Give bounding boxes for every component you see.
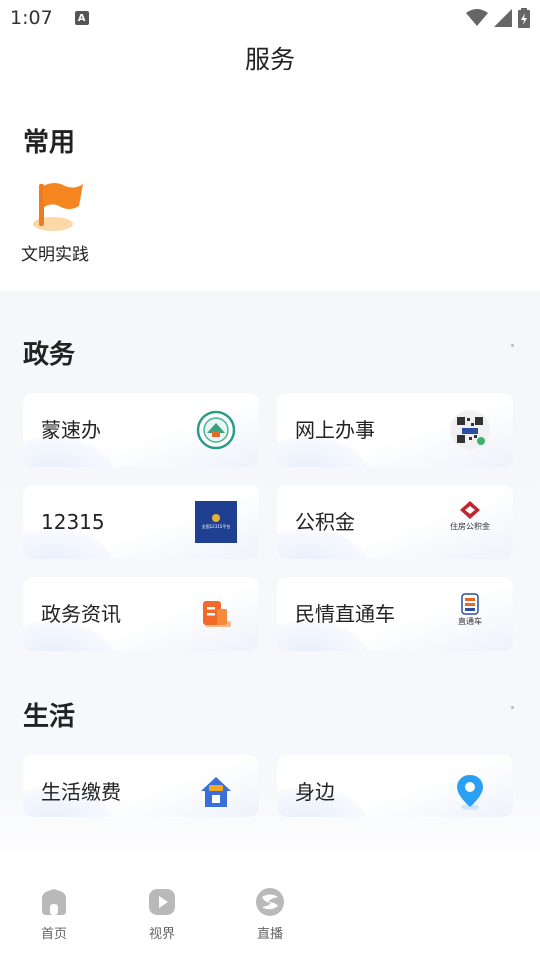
nav-label-home: 首页 bbox=[40, 927, 67, 942]
card-label: 网上办事 bbox=[295, 418, 375, 442]
card-government-news[interactable]: 政务资讯 bbox=[23, 577, 259, 651]
location-pin-icon bbox=[449, 771, 491, 813]
card-public-opinion-train[interactable]: 民情直通车 直通车 bbox=[277, 577, 513, 651]
nav-label-vision: 视界 bbox=[148, 927, 175, 942]
live-logo-icon bbox=[255, 887, 285, 917]
card-label: 民情直通车 bbox=[295, 602, 395, 626]
section-title-common: 常用 bbox=[23, 128, 76, 158]
direct-train-text: 直通车 bbox=[458, 617, 482, 626]
card-label: 生活缴费 bbox=[41, 780, 121, 804]
common-item-label: 文明实践 bbox=[21, 245, 89, 265]
wifi-icon bbox=[466, 9, 488, 26]
card-12315[interactable]: 12315 全国12315平台 bbox=[23, 485, 259, 559]
card-online-services[interactable]: 网上办事 bbox=[277, 393, 513, 467]
nav-item-vision[interactable]: 视界 bbox=[132, 887, 192, 942]
card-nearby[interactable]: 身边 bbox=[277, 755, 513, 817]
card-utility-payment[interactable]: 生活缴费 bbox=[23, 755, 259, 817]
qr-code-icon bbox=[449, 409, 491, 451]
card-label: 政务资讯 bbox=[41, 602, 121, 626]
signal-icon bbox=[494, 9, 512, 27]
nav-item-live[interactable]: 直播 bbox=[240, 887, 300, 942]
mengsuban-logo-icon bbox=[195, 409, 237, 451]
status-indicators bbox=[466, 8, 530, 28]
status-bar: 1:07 A bbox=[0, 0, 540, 36]
housing-fund-logo-icon: 住房公积金 bbox=[449, 501, 491, 543]
page-title: 服务 bbox=[244, 45, 295, 74]
flag-icon bbox=[25, 178, 85, 234]
card-label: 公积金 bbox=[295, 510, 355, 534]
government-more-indicator[interactable] bbox=[511, 344, 514, 347]
battery-icon bbox=[518, 8, 530, 28]
notification-icon: A bbox=[74, 11, 89, 25]
nav-label-live: 直播 bbox=[256, 927, 283, 942]
common-item-civilization-practice[interactable]: 文明实践 bbox=[18, 178, 92, 265]
nav-item-home[interactable]: 首页 bbox=[24, 887, 84, 942]
card-label: 身边 bbox=[295, 780, 335, 804]
direct-train-icon: 直通车 bbox=[449, 593, 491, 635]
bottom-navigation: 首页 视界 直播 bbox=[0, 871, 540, 960]
house-payment-icon bbox=[195, 771, 237, 813]
section-title-government: 政务 bbox=[23, 340, 76, 370]
12315-logo-text: 全国12315平台 bbox=[201, 524, 231, 529]
housing-fund-logo-text: 住房公积金 bbox=[450, 522, 490, 531]
play-video-icon bbox=[147, 887, 177, 917]
card-label: 12315 bbox=[41, 510, 105, 534]
card-label: 蒙速办 bbox=[41, 418, 101, 442]
12315-logo-icon: 全国12315平台 bbox=[195, 501, 237, 543]
section-title-life: 生活 bbox=[23, 702, 76, 732]
card-housing-fund[interactable]: 公积金 住房公积金 bbox=[277, 485, 513, 559]
life-more-indicator[interactable] bbox=[511, 706, 514, 709]
card-mengsuban[interactable]: 蒙速办 bbox=[23, 393, 259, 467]
home-icon bbox=[39, 887, 69, 917]
news-document-icon bbox=[195, 593, 237, 635]
status-time: 1:07 bbox=[10, 7, 53, 29]
